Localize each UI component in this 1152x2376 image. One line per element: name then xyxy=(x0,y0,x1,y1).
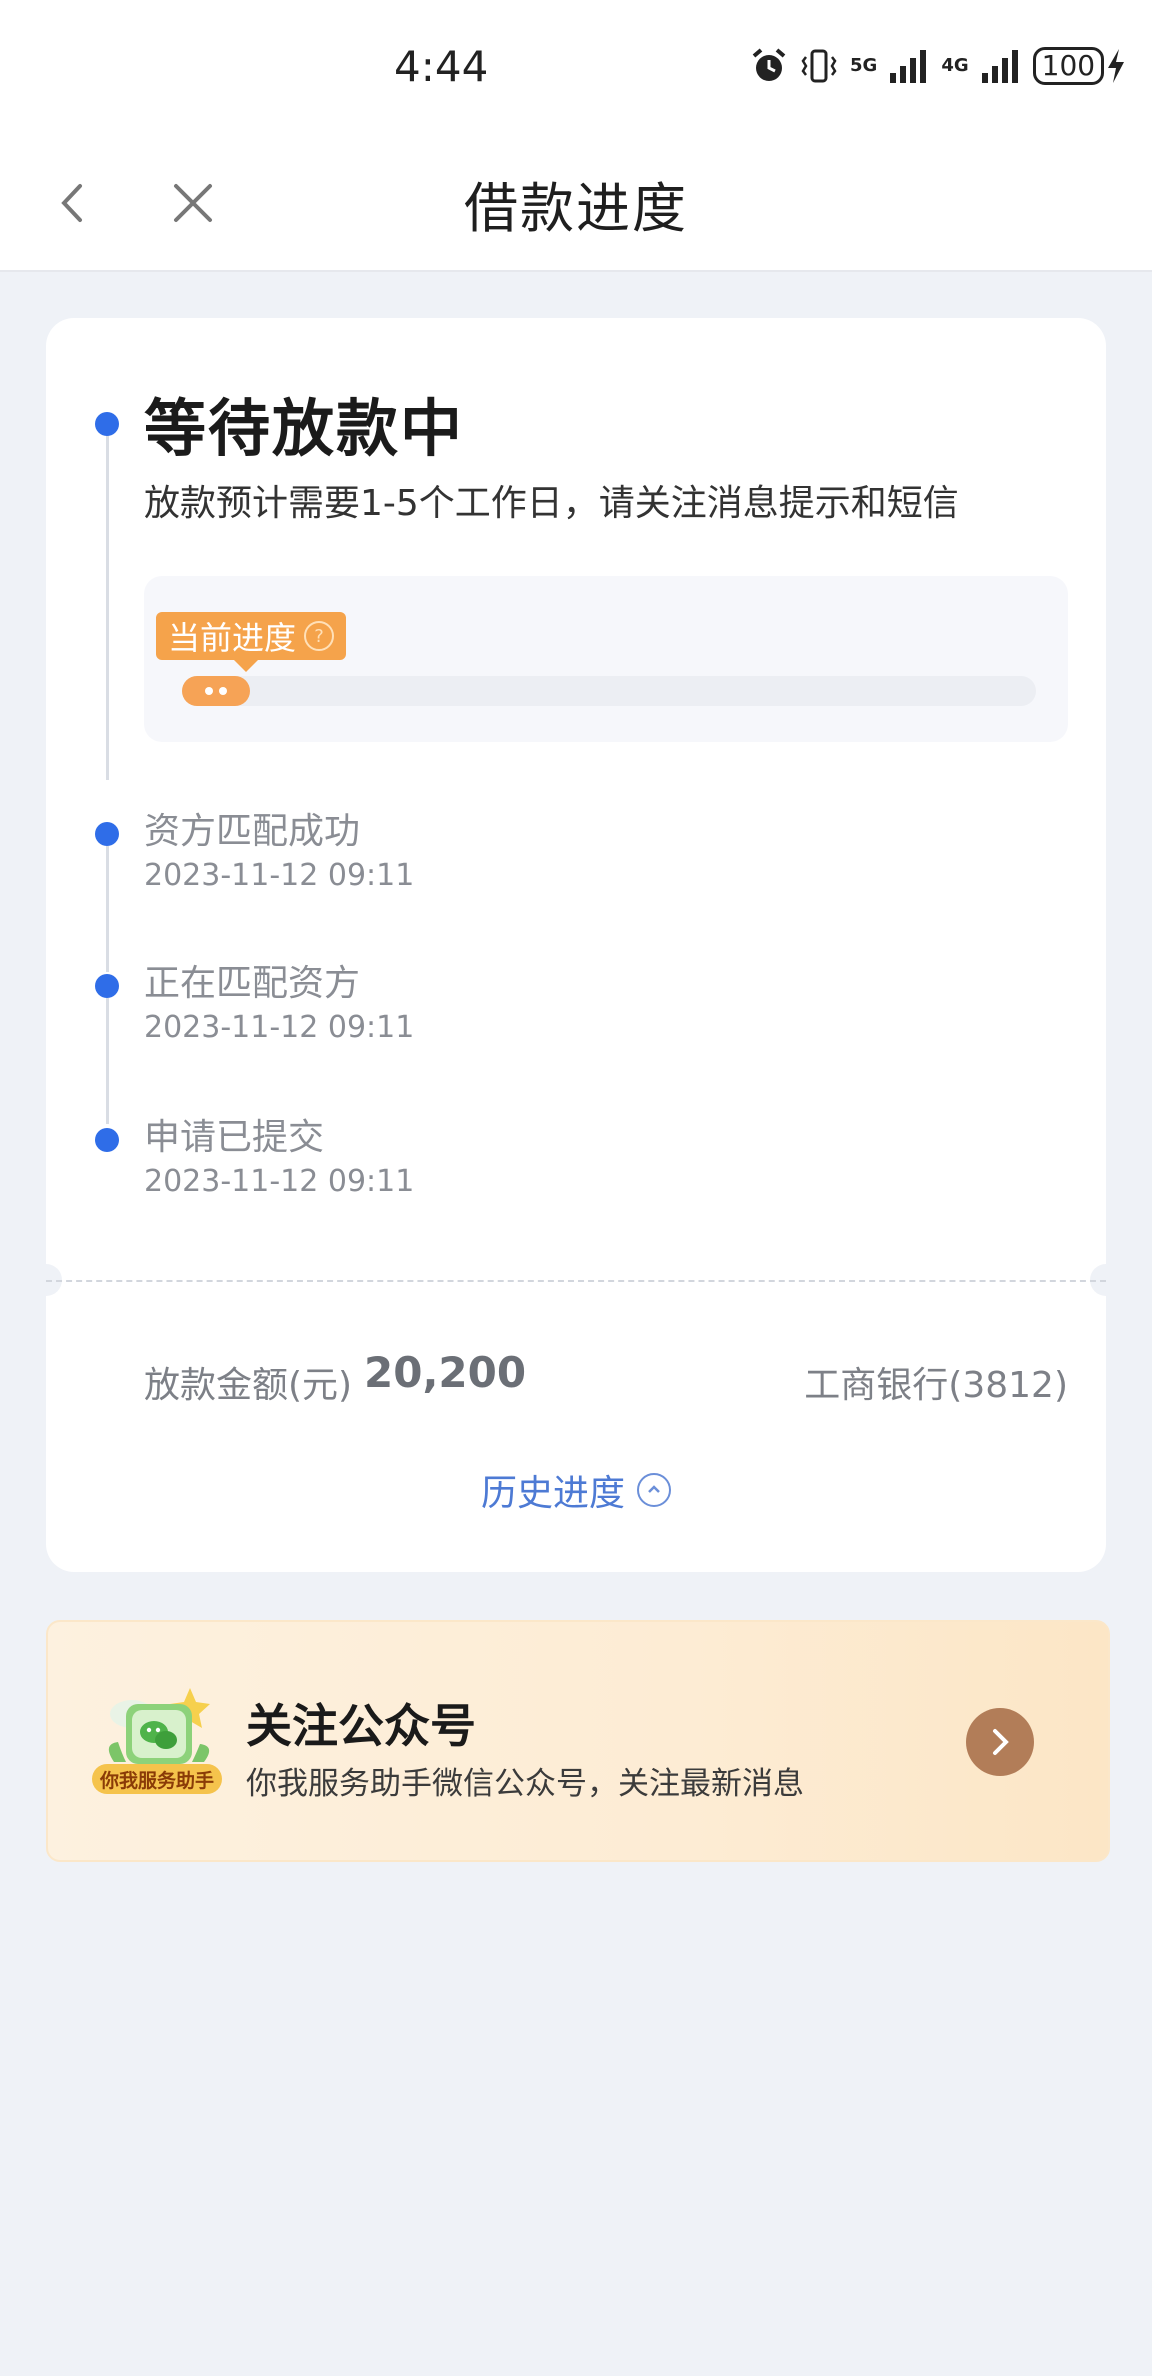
signal-icon xyxy=(890,50,927,83)
timeline-line xyxy=(106,846,109,972)
promo-title: 关注公众号 xyxy=(246,1699,476,1753)
current-status-title: 等待放款中 xyxy=(144,392,465,465)
chevron-up-icon xyxy=(637,1473,671,1507)
timeline-step-time: 2023-11-12 09:11 xyxy=(144,858,415,893)
timeline-step-title: 申请已提交 xyxy=(144,1117,325,1158)
current-status-desc: 放款预计需要1-5个工作日，请关注消息提示和短信 xyxy=(144,483,959,524)
amount-value: 20,200 xyxy=(364,1348,527,1397)
promo-arrow-button[interactable] xyxy=(966,1708,1034,1776)
timeline-step-title: 资方匹配成功 xyxy=(144,811,361,852)
timeline-dot-current xyxy=(95,412,119,436)
network-4g-label: 4G xyxy=(941,55,969,76)
charging-icon xyxy=(1108,49,1125,83)
timeline-dot xyxy=(95,1128,119,1152)
follow-official-account-banner[interactable]: 你我服务助手 关注公众号 你我服务助手微信公众号，关注最新消息 xyxy=(46,1620,1110,1862)
signal-icon-2 xyxy=(981,50,1018,83)
logo-text: 你我服务助手 xyxy=(92,1764,222,1794)
timeline-line xyxy=(106,424,109,780)
progress-box: 当前进度 ? xyxy=(144,576,1068,742)
timeline-dot xyxy=(95,822,119,846)
alarm-icon xyxy=(752,48,786,81)
progress-bar xyxy=(182,676,1036,706)
timeline-step-title: 正在匹配资方 xyxy=(144,963,361,1004)
progress-tag-label: 当前进度 xyxy=(168,619,297,657)
status-icons: 5G 4G 100 xyxy=(750,44,1128,88)
battery-level: 100 xyxy=(1032,47,1105,85)
amount-label: 放款金额(元) xyxy=(144,1365,353,1406)
timeline-step-time: 2023-11-12 09:11 xyxy=(144,1164,415,1199)
nav-bar: 借款进度 xyxy=(0,136,1152,272)
page-title: 借款进度 xyxy=(464,177,688,240)
promo-subtitle: 你我服务助手微信公众号，关注最新消息 xyxy=(246,1766,804,1802)
history-progress-link[interactable]: 历史进度 xyxy=(46,1464,1106,1516)
status-time: 4:44 xyxy=(394,42,489,91)
history-progress-label: 历史进度 xyxy=(480,1473,625,1514)
progress-tag[interactable]: 当前进度 ? xyxy=(156,612,347,672)
dashed-divider xyxy=(46,1280,1106,1282)
chevron-right-icon xyxy=(993,1729,1009,1755)
timeline-dot xyxy=(95,974,119,998)
help-icon[interactable]: ? xyxy=(304,621,335,651)
battery-indicator: 100 xyxy=(1032,47,1128,85)
timeline-step-time: 2023-11-12 09:11 xyxy=(144,1010,415,1045)
loan-progress-card: 等待放款中 放款预计需要1-5个工作日，请关注消息提示和短信 当前进度 ? 资方… xyxy=(30,318,1122,1572)
network-5g-label: 5G xyxy=(850,55,878,76)
vibrate-icon xyxy=(801,49,837,83)
status-bar: 4:44 5G 4G 100 xyxy=(0,0,1152,136)
bank-account: 工商银行(3812) xyxy=(804,1365,1068,1406)
timeline-line xyxy=(106,998,109,1124)
service-assistant-logo: 你我服务助手 xyxy=(92,1684,228,1794)
progress-bar-fill xyxy=(182,676,251,706)
